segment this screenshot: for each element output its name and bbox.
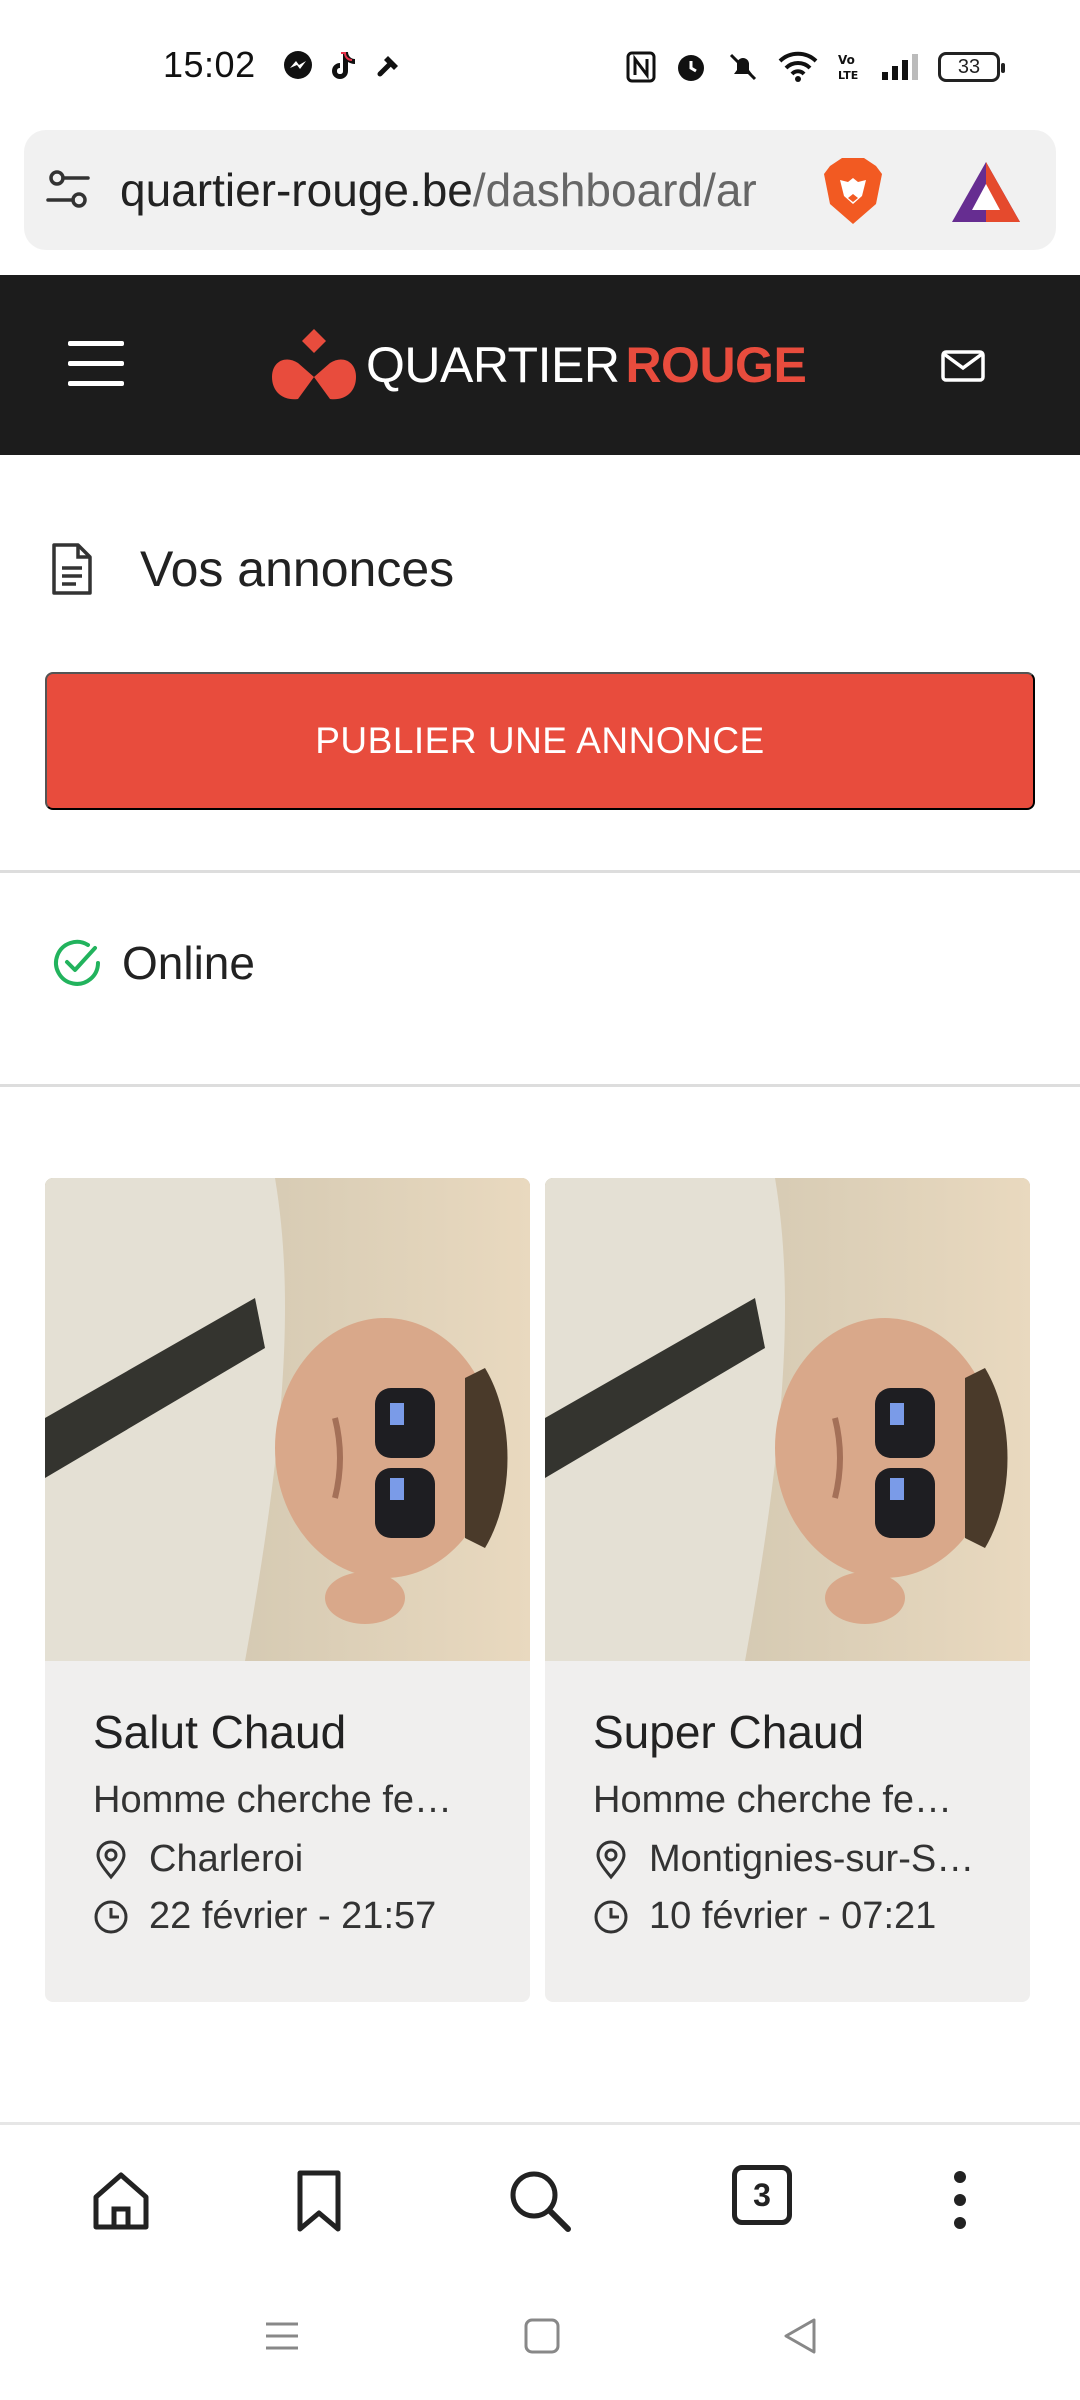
ad-description: Homme cherche fe… [593, 1779, 953, 1821]
status-time: 15:02 [163, 44, 256, 85]
site-logo[interactable]: QUARTIER ROUGE [268, 325, 807, 405]
system-navigation-bar [0, 2272, 1080, 2400]
mail-icon[interactable] [940, 348, 986, 384]
nfc-icon [626, 51, 656, 83]
logo-mark-icon [272, 329, 356, 400]
silent-icon [729, 53, 757, 81]
ad-location-text: Montignies-sur-S… [649, 1838, 975, 1880]
clock-icon [594, 1900, 628, 1933]
ad-photo-image [45, 1178, 530, 1661]
location-pin-icon [596, 1840, 626, 1879]
status-left-icons [282, 48, 404, 82]
logo-text-rouge: ROUGE [625, 337, 807, 393]
check-circle-icon [54, 939, 100, 986]
ad-date-text: 22 février - 21:57 [149, 1895, 437, 1937]
bookmark-icon[interactable] [284, 2165, 354, 2235]
back-icon[interactable] [780, 2316, 820, 2356]
home-icon[interactable] [86, 2165, 156, 2235]
bat-rewards-icon[interactable] [948, 158, 1024, 226]
document-icon [52, 543, 92, 595]
ad-location-text: Charleroi [149, 1838, 304, 1880]
status-label: Online [122, 937, 255, 989]
tools-icon [377, 56, 398, 77]
url-text[interactable]: quartier-rouge.be/dashboard/ar [120, 160, 810, 220]
alarm-icon [678, 55, 704, 81]
ad-photo[interactable] [45, 1178, 530, 1661]
home-button-icon[interactable] [522, 2316, 562, 2356]
ad-description: Homme cherche fe… [93, 1779, 453, 1821]
status-online: Online [50, 936, 255, 990]
volte-icon: Vo LTE [838, 53, 858, 82]
signal-icon [882, 54, 918, 80]
battery-level: 33 [957, 56, 981, 78]
browser-bottom-bar: 3 [0, 2122, 1080, 2272]
ad-date: 10 février - 07:21 [593, 1895, 1030, 1938]
ad-photo[interactable] [545, 1178, 1030, 1661]
ad-location: Montignies-sur-S… [593, 1838, 1030, 1881]
ad-photo-image [545, 1178, 1030, 1661]
tabs-button[interactable]: 3 [732, 2165, 792, 2225]
url-domain: quartier-rouge.be [120, 164, 473, 216]
location-pin-icon [96, 1840, 126, 1879]
status-bar: 15:02 Vo LTE 33 [0, 0, 1080, 130]
site-header: QUARTIER ROUGE [0, 275, 1080, 455]
menu-icon[interactable] [68, 341, 124, 387]
ad-date: 22 février - 21:57 [93, 1895, 530, 1938]
ad-card[interactable]: Salut Chaud Homme cherche fe… Charleroi … [45, 1178, 530, 2002]
divider [0, 1084, 1080, 1087]
tiktok-icon [332, 52, 355, 79]
ad-date-text: 10 février - 07:21 [649, 1895, 937, 1937]
search-icon[interactable] [504, 2165, 574, 2235]
brave-shields-icon[interactable] [814, 152, 892, 230]
url-path: /dashboard/ar [472, 164, 757, 216]
divider [0, 870, 1080, 873]
site-settings-icon[interactable] [44, 166, 92, 214]
ad-location: Charleroi [93, 1838, 530, 1881]
wifi-icon [778, 51, 818, 82]
svg-text:Vo: Vo [838, 53, 855, 67]
clock-icon [94, 1900, 128, 1933]
page-title: Vos annonces [140, 541, 455, 597]
status-right-icons: Vo LTE 33 [626, 50, 1005, 84]
section-header: Vos annonces [50, 540, 454, 598]
battery-icon: 33 [938, 52, 1005, 82]
publish-ad-button[interactable]: PUBLIER UNE ANNONCE [45, 672, 1035, 810]
more-options-icon[interactable] [925, 2165, 995, 2235]
logo-text-quartier: QUARTIER [366, 337, 620, 393]
ad-title[interactable]: Salut Chaud [93, 1705, 530, 1759]
recent-apps-icon[interactable] [262, 2316, 302, 2356]
ad-card[interactable]: Super Chaud Homme cherche fe… Montignies… [545, 1178, 1030, 2002]
messenger-icon [284, 51, 312, 79]
ad-title[interactable]: Super Chaud [593, 1705, 1030, 1759]
address-bar[interactable]: quartier-rouge.be/dashboard/ar [24, 130, 1056, 250]
svg-text:LTE: LTE [838, 69, 858, 82]
